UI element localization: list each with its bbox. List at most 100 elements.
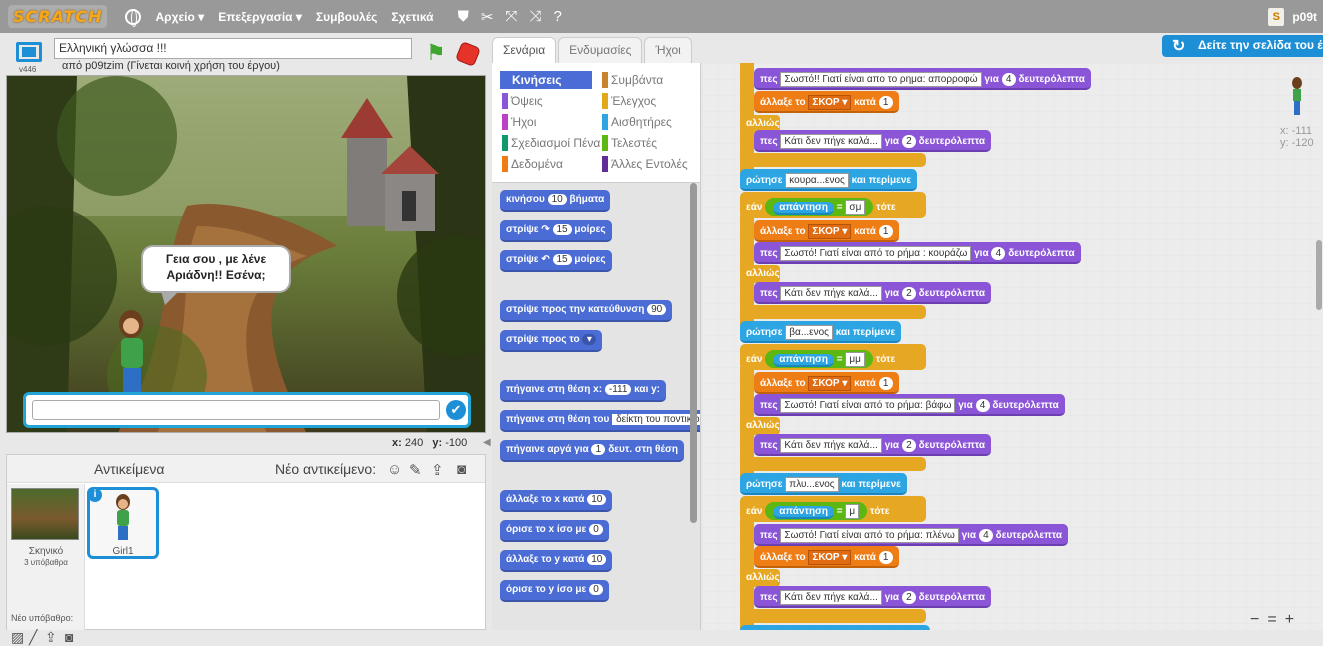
backdrop-paint-icon[interactable]: ╱ bbox=[29, 629, 37, 646]
zoom-in-icon[interactable]: + bbox=[1285, 611, 1294, 629]
language-globe-icon[interactable] bbox=[125, 8, 142, 27]
grow-icon[interactable]: ⤧ bbox=[505, 8, 517, 25]
category-label: Όψεις bbox=[511, 94, 543, 108]
category-sound[interactable]: Ήχοι bbox=[502, 113, 594, 131]
backdrop-camera-icon[interactable]: ◙ bbox=[65, 629, 73, 645]
upload-icon[interactable]: ⇪ bbox=[431, 461, 444, 479]
answer-input[interactable] bbox=[32, 400, 440, 420]
palette-block-turn-left[interactable]: στρίψε ↶ 15 μοίρες bbox=[500, 250, 612, 272]
say-block[interactable]: πες Σωστό! Γιατί είναι από το ρήμα: πλέν… bbox=[754, 524, 1069, 546]
ask-and-wait-block[interactable] bbox=[740, 625, 930, 630]
sprite-thumbnail-girl1[interactable]: i Girl1 bbox=[87, 487, 159, 559]
say-block[interactable]: πες Κάτι δεν πήγε καλά... για 2 δευτερόλ… bbox=[754, 282, 992, 304]
scratch-logo[interactable]: SCRATCH bbox=[8, 5, 108, 28]
category-pen[interactable]: Σχεδιασμοί Πένα bbox=[502, 134, 602, 152]
category-label: Δεδομένα bbox=[511, 157, 563, 171]
say-block[interactable]: πες Κάτι δεν πήγε καλά... για 2 δευτερόλ… bbox=[754, 586, 992, 608]
delete-scissors-icon[interactable]: ✂ bbox=[481, 8, 494, 26]
sprite-x: x: -111 bbox=[1280, 125, 1312, 137]
palette-scrollbar[interactable] bbox=[690, 183, 697, 523]
zoom-reset-icon[interactable]: = bbox=[1267, 611, 1276, 629]
speech-bubble: Γεια σου , με λένε Αριάδνη!! Εσένα; bbox=[141, 245, 291, 305]
say-block[interactable]: πες Σωστό! Γιατί είναι από το ρήμα : κου… bbox=[754, 242, 1081, 264]
change-score-block[interactable]: άλλαξε το ΣΚΟΡ κατά 1 bbox=[754, 220, 899, 242]
category-data[interactable]: Δεδομένα bbox=[502, 155, 594, 173]
username[interactable]: p09t bbox=[1292, 10, 1317, 24]
change-score-block[interactable]: άλλαξε το ΣΚΟΡ κατά 1 bbox=[754, 372, 899, 394]
tab-scripts[interactable]: Σενάρια bbox=[492, 37, 557, 63]
stage[interactable]: Γεια σου , με λένε Αριάδνη!! Εσένα; ✔ bbox=[6, 75, 486, 433]
stage-thumbnail[interactable] bbox=[11, 488, 79, 540]
paint-brush-icon[interactable]: ✎ bbox=[409, 461, 422, 479]
project-title-input[interactable]: Ελληνική γλώσσα !!! bbox=[54, 38, 412, 59]
if-then-block[interactable]: εάν απάντηση = μμ τότε bbox=[740, 344, 926, 370]
stop-sign-icon[interactable] bbox=[454, 40, 482, 68]
category-sensing[interactable]: Αισθητήρες bbox=[602, 113, 697, 131]
say-block[interactable]: πες Κάτι δεν πήγε καλά... για 2 δευτερόλ… bbox=[754, 434, 992, 456]
palette-block-point-direction[interactable]: στρίψε προς την κατεύθυνση 90 bbox=[500, 300, 673, 322]
change-score-block[interactable]: άλλαξε το ΣΚΟΡ κατά 1 bbox=[754, 546, 899, 568]
palette-block-change-x[interactable]: άλλαξε το x κατά 10 bbox=[500, 490, 613, 512]
change-score-block[interactable]: άλλαξε το ΣΚΟΡ κατά 1 bbox=[754, 91, 899, 113]
presentation-mode-icon[interactable] bbox=[16, 42, 42, 62]
palette-block-set-y[interactable]: όρισε το y ίσο με 0 bbox=[500, 580, 610, 602]
category-operators[interactable]: Τελεστές bbox=[602, 134, 697, 152]
palette-block-set-x[interactable]: όρισε το x ίσο με 0 bbox=[500, 520, 610, 542]
palette-block-point-towards[interactable]: στρίψε προς το ▾ bbox=[500, 330, 603, 352]
backdrop-count: 3 υπόβαθρα bbox=[24, 558, 68, 567]
submit-check-icon[interactable]: ✔ bbox=[446, 400, 466, 420]
palette-block-goto[interactable]: πήγαινε στη θέση του δείκτη του ποντικιο… bbox=[500, 410, 700, 432]
equals-operator[interactable]: απάντηση = μμ bbox=[765, 350, 873, 368]
scripts-area[interactable]: πες Σωστό!! Γιατί είναι απο το ρημα: απο… bbox=[702, 63, 1323, 630]
zoom-out-icon[interactable]: − bbox=[1250, 611, 1259, 629]
user-account[interactable]: S p09t bbox=[1268, 8, 1317, 26]
category-events[interactable]: Συμβάντα bbox=[602, 71, 697, 89]
palette-block-move[interactable]: κινήσου 10 βήματα bbox=[500, 190, 611, 212]
scripts-scrollbar[interactable] bbox=[1316, 240, 1322, 310]
category-more-blocks[interactable]: Άλλες Εντολές bbox=[602, 155, 697, 173]
else-label: αλλιώς bbox=[740, 265, 780, 283]
palette-block-goto-xy[interactable]: πήγαινε στη θέση x: -111 και y: bbox=[500, 380, 667, 402]
equals-operator[interactable]: απάντηση = μ bbox=[765, 502, 868, 520]
shrink-icon[interactable]: ⤨ bbox=[529, 8, 541, 25]
camera-icon[interactable]: ◙ bbox=[457, 461, 466, 478]
green-flag-icon[interactable]: ⚑ bbox=[426, 42, 446, 64]
duplicate-stamp-icon[interactable]: ⛊ bbox=[458, 8, 469, 25]
my-stuff-bag-icon[interactable]: S bbox=[1268, 8, 1285, 26]
if-then-block[interactable]: εάν απάντηση = σμ τότε bbox=[740, 192, 926, 218]
sprite-coordinates: x: -111 y: -120 bbox=[1280, 125, 1314, 149]
tab-costumes[interactable]: Ενδυμασίες bbox=[558, 37, 643, 63]
ask-and-wait-block[interactable]: ρώτησε κουρα...ενος και περίμενε bbox=[740, 169, 918, 191]
say-block[interactable]: πες Κάτι δεν πήγε καλά... για 2 δευτερόλ… bbox=[754, 130, 992, 152]
view-project-page-button[interactable]: Δείτε την σελίδα του έ bbox=[1162, 35, 1323, 57]
say-block[interactable]: πες Σωστό! Γιατί είναι από το ρήμα: βάφω… bbox=[754, 394, 1065, 416]
collapse-arrow-icon[interactable]: ◀ bbox=[483, 437, 491, 451]
palette-block-turn-right[interactable]: στρίψε ↷ 15 μοίρες bbox=[500, 220, 612, 242]
category-motion[interactable]: Κινήσεις bbox=[500, 71, 592, 89]
palette-block-glide[interactable]: πήγαινε αργά για 1 δευτ. στη θέση bbox=[500, 440, 684, 462]
category-looks[interactable]: Όψεις bbox=[502, 92, 594, 110]
menu-about[interactable]: Σχετικά bbox=[391, 10, 433, 24]
if-end bbox=[740, 457, 926, 471]
mouse-x-label: x: bbox=[392, 437, 402, 449]
category-control[interactable]: Έλεγχος bbox=[602, 92, 697, 110]
category-label: Τελεστές bbox=[611, 136, 657, 150]
category-label: Κινήσεις bbox=[512, 73, 562, 87]
menu-edit[interactable]: Επεξεργασία ▾ bbox=[218, 10, 302, 24]
project-byline: από p09tzim (Γίνεται κοινή χρήση του έργ… bbox=[62, 60, 280, 72]
backdrop-library-icon[interactable]: ▨ bbox=[11, 629, 24, 646]
if-then-block[interactable]: εάν απάντηση = μ τότε bbox=[740, 496, 926, 522]
ask-and-wait-block[interactable]: ρώτησε πλυ...ενος και περίμενε bbox=[740, 473, 907, 495]
palette-block-change-y[interactable]: άλλαξε το y κατά 10 bbox=[500, 550, 613, 572]
equals-operator[interactable]: απάντηση = σμ bbox=[765, 198, 874, 216]
backdrop-upload-icon[interactable]: ⇪ bbox=[45, 629, 57, 646]
tab-sounds[interactable]: Ήχοι bbox=[644, 37, 692, 63]
menu-file[interactable]: Αρχείο ▾ bbox=[155, 10, 204, 24]
help-icon[interactable]: ? bbox=[553, 8, 561, 25]
menu-tips[interactable]: Συμβουλές bbox=[316, 10, 378, 24]
say-block[interactable]: πες Σωστό!! Γιατί είναι απο το ρημα: απο… bbox=[754, 68, 1091, 90]
version-label: v446 bbox=[19, 65, 37, 74]
stage-column[interactable]: Σκηνικό 3 υπόβαθρα Νέο υπόβαθρο: ▨ ╱ ⇪ ◙ bbox=[7, 484, 85, 645]
ask-and-wait-block[interactable]: ρώτησε βα...ενος και περίμενε bbox=[740, 321, 902, 343]
sprite-library-icon[interactable]: ☺ bbox=[387, 461, 402, 478]
